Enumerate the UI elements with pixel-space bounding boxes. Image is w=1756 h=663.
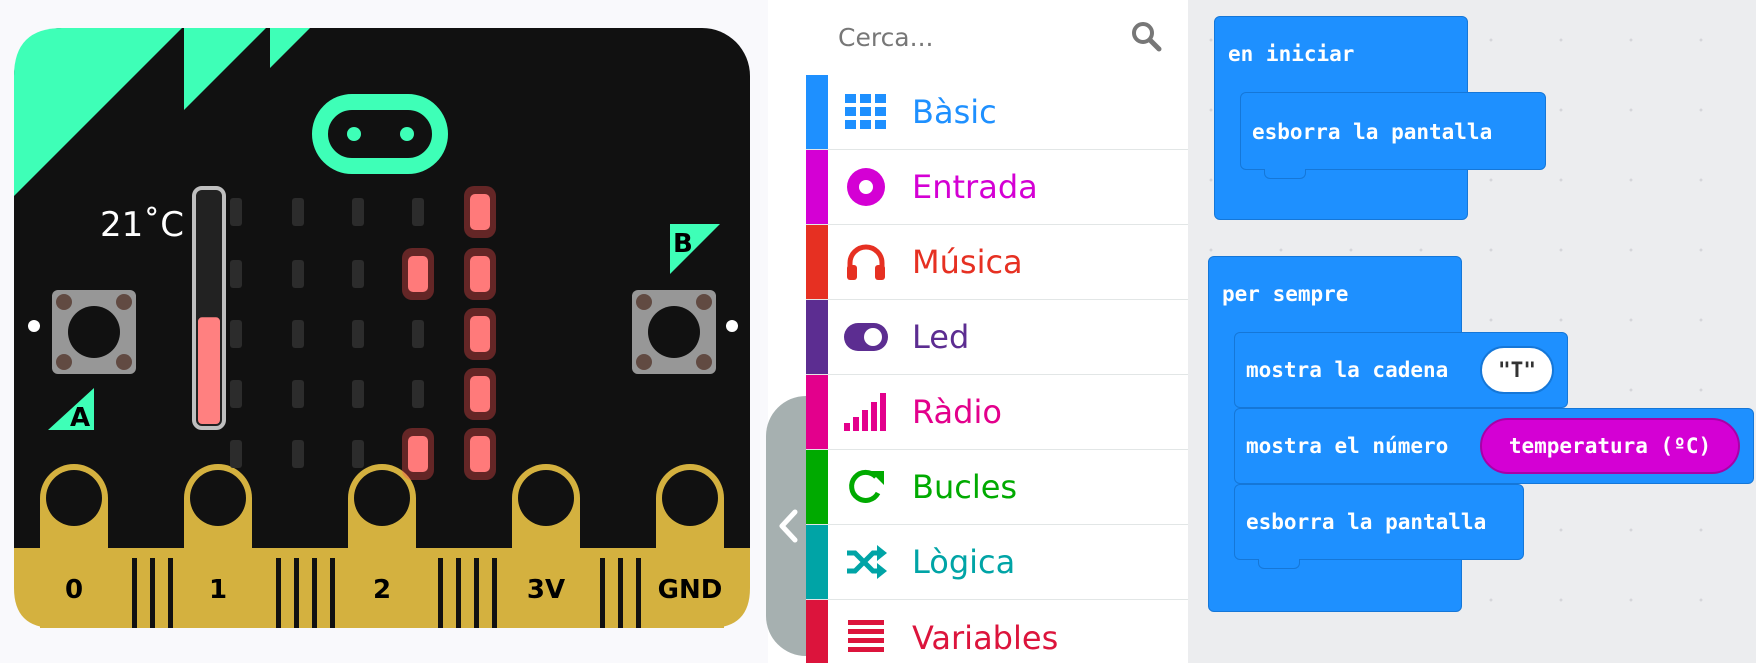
led-3-3	[412, 380, 424, 408]
toggle-icon	[844, 317, 888, 357]
list-icon	[844, 617, 888, 657]
toolbox-category-loops[interactable]: Bucles	[806, 450, 1188, 525]
toolbox-category-music[interactable]: Música	[806, 225, 1188, 300]
led-4-0	[230, 440, 242, 468]
show-number-label: mostra el número	[1246, 434, 1449, 458]
shuffle-icon	[844, 542, 888, 582]
led-0-1	[292, 198, 304, 226]
led-0-4	[470, 194, 490, 230]
category-label: Música	[912, 243, 1023, 281]
toolbox-category-led[interactable]: Led	[806, 300, 1188, 375]
pin-label-2: 2	[373, 575, 391, 605]
show-string-label: mostra la cadena	[1246, 358, 1449, 382]
microbit-board: 21˚C A B 0 1 2 3V GND	[14, 28, 750, 628]
collapse-simulator-button[interactable]	[766, 396, 810, 656]
led-4-3	[408, 436, 428, 472]
led-4-1	[292, 440, 304, 468]
button-a-label: A	[70, 403, 90, 433]
category-label: Bàsic	[912, 93, 997, 131]
chevron-left-icon	[779, 509, 798, 543]
led-2-4	[470, 316, 490, 352]
toolbox-category-basic[interactable]: Bàsic	[806, 75, 1188, 150]
led-4-4	[470, 436, 490, 472]
led-0-2	[352, 198, 364, 226]
temperature-reporter[interactable]: temperatura (ºC)	[1480, 418, 1740, 474]
pin-label-gnd: GND	[658, 575, 723, 605]
pin-label-3v: 3V	[527, 575, 565, 605]
search-icon[interactable]	[1130, 20, 1162, 52]
led-0-3	[412, 198, 424, 226]
temperature-slider	[192, 186, 226, 430]
toolbox-category-radio[interactable]: Ràdio	[806, 375, 1188, 450]
category-label: Variables	[912, 618, 1059, 657]
string-value-input[interactable]: "T"	[1480, 346, 1554, 394]
led-2-2	[352, 320, 364, 348]
simulator-panel: 21˚C A B 0 1 2 3V GND	[0, 0, 768, 663]
forever-label: per sempre	[1222, 282, 1349, 306]
toolbox-category-logic[interactable]: Lògica	[806, 525, 1188, 600]
category-label: Led	[912, 318, 970, 356]
led-2-3	[412, 320, 424, 348]
button-a	[52, 290, 136, 374]
led-0-0	[230, 198, 242, 226]
pin-label-0: 0	[65, 575, 83, 605]
clear-screen-label-2: esborra la pantalla	[1246, 510, 1487, 534]
toolbox-category-input[interactable]: Entrada	[806, 150, 1188, 225]
signal-bars-icon	[844, 392, 888, 432]
category-label: Bucles	[912, 468, 1018, 506]
category-label: Entrada	[912, 168, 1038, 206]
led-3-1	[292, 380, 304, 408]
clear-screen-label: esborra la pantalla	[1252, 120, 1493, 144]
led-4-2	[352, 440, 364, 468]
toolbox-category-variables[interactable]: Variables	[806, 600, 1188, 663]
led-2-1	[292, 320, 304, 348]
category-label: Ràdio	[912, 393, 1002, 431]
category-label: Lògica	[912, 543, 1016, 581]
led-3-2	[352, 380, 364, 408]
grid-icon	[844, 92, 888, 132]
temperature-readout: 21˚C	[100, 205, 184, 245]
led-1-4	[470, 256, 490, 292]
led-2-0	[230, 320, 242, 348]
search-input[interactable]: Cerca...	[838, 23, 933, 52]
circle-dot-icon	[844, 167, 888, 207]
led-3-0	[230, 380, 242, 408]
led-1-2	[352, 260, 364, 288]
toolbox: Cerca... Bàsic Entrada Música Led Ràdio …	[806, 0, 1189, 663]
blocks-workspace[interactable]: en iniciar esborra la pantalla per sempr…	[1188, 0, 1756, 663]
refresh-icon	[844, 467, 888, 507]
led-1-0	[230, 260, 242, 288]
on-start-label: en iniciar	[1228, 42, 1355, 66]
toolbox-search[interactable]: Cerca...	[806, 0, 1188, 74]
button-b	[632, 290, 716, 374]
pin-label-1: 1	[209, 575, 227, 605]
headphones-icon	[844, 242, 888, 282]
button-b-label: B	[673, 229, 693, 259]
led-3-4	[470, 376, 490, 412]
led-1-3	[408, 256, 428, 292]
led-1-1	[292, 260, 304, 288]
